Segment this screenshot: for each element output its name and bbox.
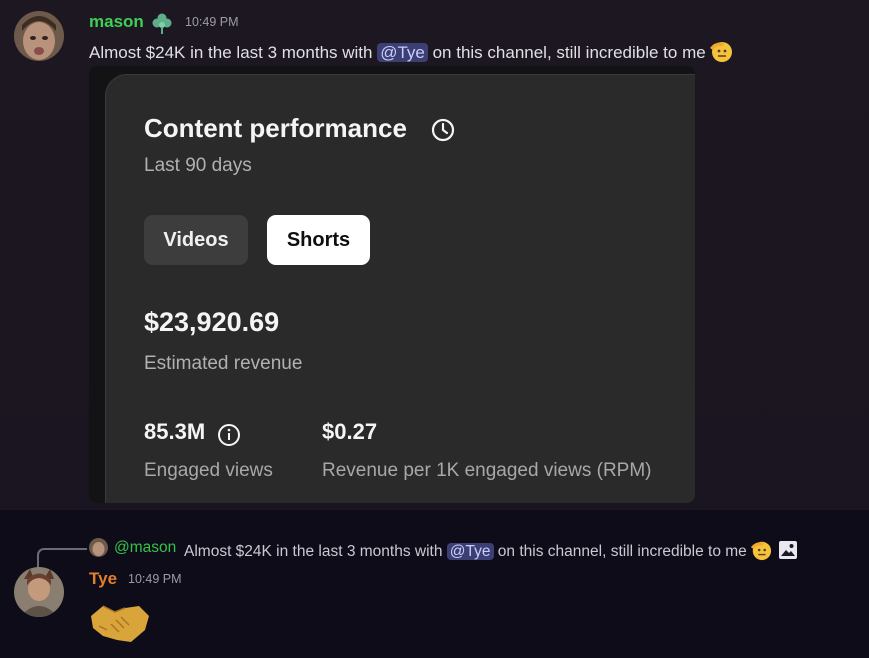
message-text-part: on this channel, still incredible to me xyxy=(427,43,706,62)
reply-mention-tye[interactable]: @Tye xyxy=(446,543,494,560)
content-performance-card: Content performance Last 90 days Videos … xyxy=(105,74,695,503)
clover-icon xyxy=(150,11,174,35)
reply-avatar-mason[interactable] xyxy=(89,538,108,557)
image-embed[interactable]: Content performance Last 90 days Videos … xyxy=(89,66,695,503)
message-mason: mason 10:49 PM Almost $24K in the last 3… xyxy=(0,0,869,510)
rpm-value: $0.27 xyxy=(322,419,378,444)
reply-preview[interactable]: Almost $24K in the last 3 months with @T… xyxy=(184,539,798,561)
tab-videos[interactable]: Videos xyxy=(144,215,248,265)
saluting-face-emoji xyxy=(750,539,772,561)
reply-text-part: Almost $24K in the last 3 months with xyxy=(184,543,447,560)
saluting-face-emoji xyxy=(709,39,733,63)
handshake-emoji xyxy=(89,600,151,646)
message-text-part: Almost $24K in the last 3 months with xyxy=(89,43,378,62)
reply-text-part: on this channel, still incredible to me xyxy=(493,543,747,560)
avatar-mason[interactable] xyxy=(14,11,64,61)
username-mason[interactable]: mason xyxy=(89,12,144,32)
engaged-views-label: Engaged views xyxy=(144,460,273,481)
timestamp: 10:49 PM xyxy=(128,572,182,586)
info-icon xyxy=(217,423,241,447)
reply-connector xyxy=(37,548,87,568)
avatar-tye[interactable] xyxy=(14,567,64,617)
username-tye[interactable]: Tye xyxy=(89,569,117,589)
card-title: Content performance xyxy=(144,113,407,143)
tab-shorts[interactable]: Shorts xyxy=(267,215,370,265)
clock-icon xyxy=(430,117,456,143)
rpm-label: Revenue per 1K engaged views (RPM) xyxy=(322,460,652,481)
mention-tye[interactable]: @Tye xyxy=(377,43,428,62)
revenue-value: $23,920.69 xyxy=(144,307,280,337)
revenue-label: Estimated revenue xyxy=(144,353,303,374)
message-text: Almost $24K in the last 3 months with @T… xyxy=(89,39,733,63)
timestamp: 10:49 PM xyxy=(185,15,239,29)
image-attachment-icon xyxy=(778,540,798,560)
card-subtitle: Last 90 days xyxy=(144,155,252,176)
engaged-views-value: 85.3M xyxy=(144,419,206,444)
reply-username[interactable]: @mason xyxy=(114,539,176,557)
